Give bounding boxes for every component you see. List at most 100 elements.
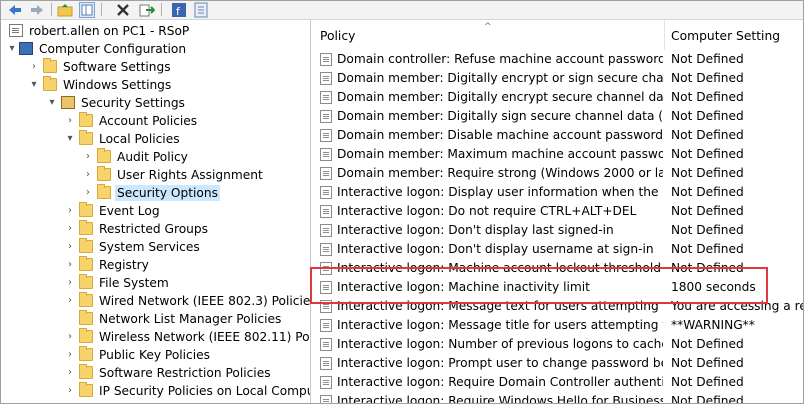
chevron-right-icon[interactable]: ›: [65, 241, 75, 253]
delete-icon[interactable]: [115, 2, 131, 18]
tree-item[interactable]: › Software Restriction Policies: [1, 364, 310, 382]
chevron-right-icon[interactable]: ›: [65, 259, 75, 271]
policy-name: Domain member: Digitally sign secure cha…: [337, 109, 663, 123]
computer-setting-value: Not Defined: [671, 223, 744, 237]
chevron-right-icon[interactable]: ›: [65, 205, 75, 217]
chevron-down-icon[interactable]: ▾: [65, 133, 75, 145]
policy-icon: [320, 319, 332, 332]
tree-item-label: Software Restriction Policies: [99, 366, 271, 380]
tree-item[interactable]: ▾ Security Settings: [1, 94, 310, 112]
tree-item[interactable]: › Restricted Groups: [1, 220, 310, 238]
table-row[interactable]: Interactive logon: Number of previous lo…: [312, 335, 803, 354]
show-hide-tree-icon[interactable]: [79, 2, 95, 18]
table-row[interactable]: Interactive logon: Do not require CTRL+A…: [312, 202, 803, 221]
policy-name: Interactive logon: Message title for use…: [337, 318, 663, 332]
tree-item[interactable]: › Audit Policy: [1, 148, 310, 166]
computer-setting-value: Not Defined: [671, 356, 744, 370]
tree-item[interactable]: › Public Key Policies: [1, 346, 310, 364]
tree-item-label: Restricted Groups: [99, 222, 208, 236]
back-icon[interactable]: [7, 2, 23, 18]
computer-setting-value: Not Defined: [671, 242, 744, 256]
forward-icon[interactable]: [29, 2, 45, 18]
policy-icon: [320, 110, 332, 123]
table-row[interactable]: Domain member: Digitally sign secure cha…: [312, 107, 803, 126]
chevron-right-icon[interactable]: ›: [65, 115, 75, 127]
up-folder-icon[interactable]: [57, 2, 73, 18]
chevron-right-icon[interactable]: [65, 313, 75, 325]
column-header-computer-setting[interactable]: Computer Setting: [671, 20, 780, 50]
table-row[interactable]: Interactive logon: Don't display usernam…: [312, 240, 803, 259]
chevron-right-icon[interactable]: ›: [65, 367, 75, 379]
folder-icon: [79, 220, 93, 235]
tree-item-label: User Rights Assignment: [117, 168, 263, 182]
chevron-down-icon[interactable]: ▾: [47, 97, 57, 109]
chevron-right-icon[interactable]: ›: [65, 349, 75, 361]
tree-item[interactable]: Network List Manager Policies: [1, 310, 310, 328]
tree-item-label: Wireless Network (IEEE 802.11) Policies: [99, 330, 310, 344]
tree-item-label: Computer Configuration: [39, 42, 187, 56]
tree-item-label: Local Policies: [99, 132, 180, 146]
tree-item[interactable]: ▾ Windows Settings: [1, 76, 310, 94]
table-row[interactable]: Interactive logon: Display user informat…: [312, 183, 803, 202]
tree-item[interactable]: › Account Policies: [1, 112, 310, 130]
folder-icon: [79, 292, 93, 307]
table-row[interactable]: Interactive logon: Prompt user to change…: [312, 354, 803, 373]
folder-icon: [79, 346, 93, 361]
tree-item[interactable]: › System Services: [1, 238, 310, 256]
export-list-icon[interactable]: [139, 2, 156, 18]
help-icon[interactable]: f: [171, 2, 187, 18]
chevron-right-icon[interactable]: ›: [65, 385, 75, 397]
folder-icon: [97, 148, 111, 163]
tree-item[interactable]: › IP Security Policies on Local Computer: [1, 382, 310, 400]
tree-item[interactable]: › Wired Network (IEEE 802.3) Policies: [1, 292, 310, 310]
tree-item[interactable]: › Security Options: [1, 184, 310, 202]
table-row[interactable]: Domain controller: Refuse machine accoun…: [312, 50, 803, 69]
properties-icon[interactable]: [193, 2, 209, 18]
table-row[interactable]: Interactive logon: Message title for use…: [312, 316, 803, 335]
chevron-right-icon[interactable]: ›: [65, 295, 75, 307]
chevron-right-icon[interactable]: ›: [83, 187, 93, 199]
computer-setting-value: Not Defined: [671, 128, 744, 142]
table-row[interactable]: Domain member: Digitally encrypt or sign…: [312, 69, 803, 88]
table-row[interactable]: Domain member: Require strong (Windows 2…: [312, 164, 803, 183]
policy-name: Interactive logon: Prompt user to change…: [337, 356, 663, 370]
table-row[interactable]: Interactive logon: Don't display last si…: [312, 221, 803, 240]
tree-item[interactable]: › File System: [1, 274, 310, 292]
table-row[interactable]: Domain member: Digitally encrypt secure …: [312, 88, 803, 107]
security-icon: [61, 96, 75, 109]
tree-item[interactable]: › Event Log: [1, 202, 310, 220]
policy-icon: [320, 205, 332, 218]
table-row[interactable]: Interactive logon: Require Windows Hello…: [312, 392, 803, 403]
chevron-right-icon[interactable]: ›: [83, 169, 93, 181]
table-row[interactable]: Domain member: Maximum machine account p…: [312, 145, 803, 164]
chevron-down-icon[interactable]: ▾: [29, 79, 39, 91]
chevron-right-icon[interactable]: ›: [83, 151, 93, 163]
table-row[interactable]: Interactive logon: Require Domain Contro…: [312, 373, 803, 392]
table-row[interactable]: Domain member: Disable machine account p…: [312, 126, 803, 145]
tree-item-label: IP Security Policies on Local Computer: [99, 384, 311, 398]
policy-icon: [320, 91, 332, 104]
tree-item[interactable]: › Registry: [1, 256, 310, 274]
column-header-policy[interactable]: Policy: [320, 20, 355, 50]
tree-item[interactable]: ▾ Local Policies: [1, 130, 310, 148]
tree-item[interactable]: › User Rights Assignment: [1, 166, 310, 184]
tree-item[interactable]: › Wireless Network (IEEE 802.11) Policies: [1, 328, 310, 346]
chevron-right-icon[interactable]: ›: [29, 61, 39, 73]
tree-item[interactable]: ▾ Computer Configuration: [1, 40, 310, 58]
policy-name: Interactive logon: Do not require CTRL+A…: [337, 204, 637, 218]
chevron-right-icon[interactable]: ›: [65, 277, 75, 289]
chevron-down-icon[interactable]: ▾: [7, 43, 17, 55]
tree-item[interactable]: › Software Settings: [1, 58, 310, 76]
policy-name: Domain member: Maximum machine account p…: [337, 147, 663, 161]
list-header: Policy ^ Computer Setting: [312, 20, 803, 50]
chevron-right-icon[interactable]: ›: [65, 223, 75, 235]
tree-item[interactable]: robert.allen on PC1 - RSoP: [1, 22, 310, 40]
computer-setting-value: Not Defined: [671, 90, 744, 104]
tree-item-label: Network List Manager Policies: [99, 312, 282, 326]
tree-item-label: robert.allen on PC1 - RSoP: [29, 24, 190, 38]
policy-name: Interactive logon: Don't display usernam…: [337, 242, 654, 256]
folder-icon: [43, 76, 57, 91]
chevron-right-icon[interactable]: ›: [65, 331, 75, 343]
policy-icon: [320, 224, 332, 237]
column-divider[interactable]: [664, 20, 665, 50]
